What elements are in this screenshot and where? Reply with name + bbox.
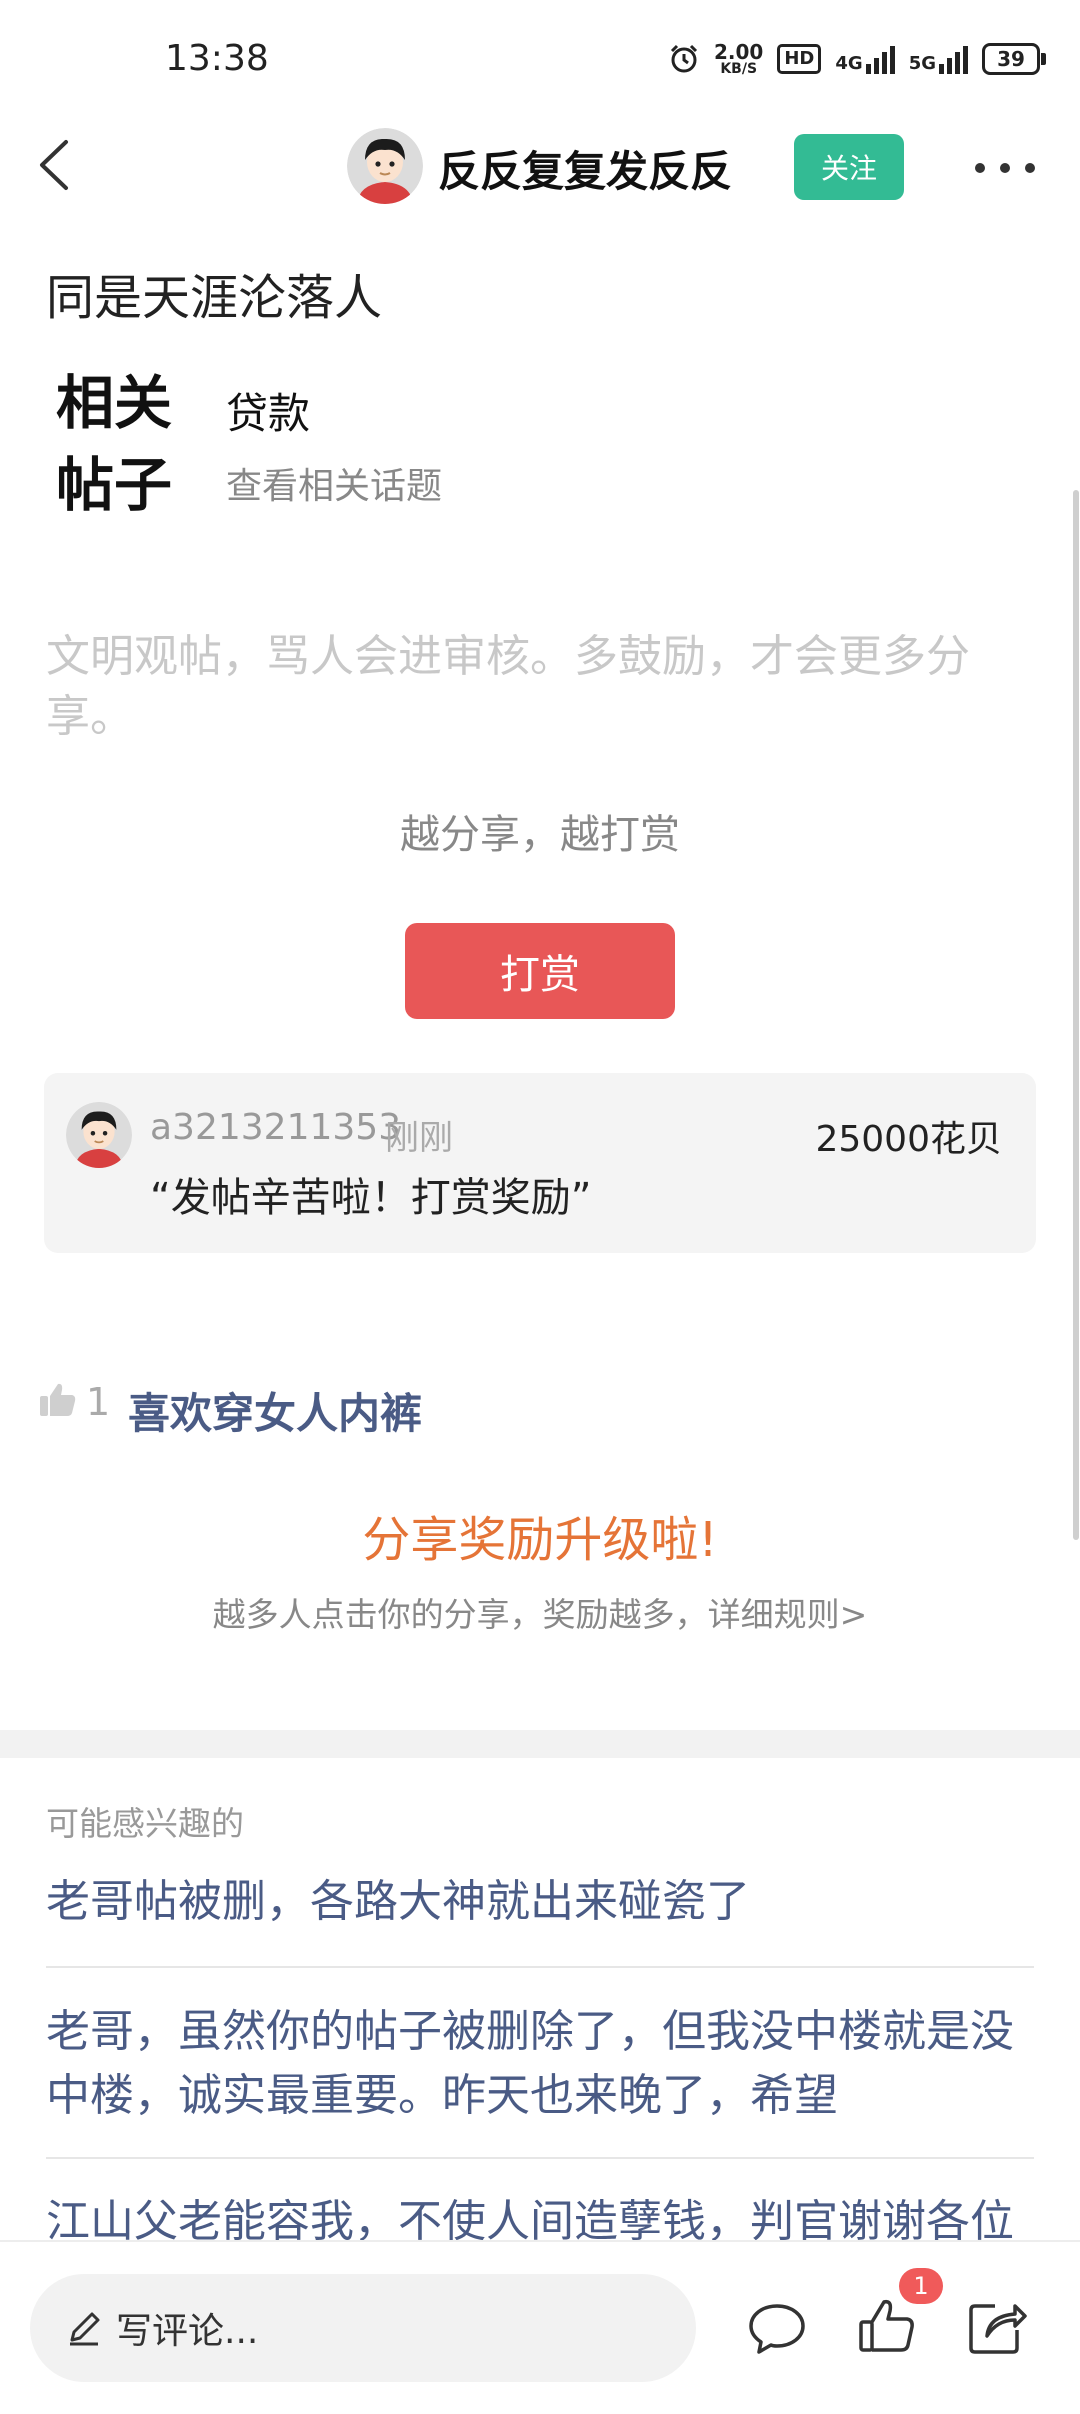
share-icon[interactable]: [965, 2294, 1029, 2358]
network-4g-label: 4G: [835, 53, 863, 74]
like-badge: 1: [899, 2268, 943, 2304]
liker-username[interactable]: 喜欢穿女人内裤: [128, 1380, 422, 1441]
post-title: 同是天涯沦落人: [46, 270, 383, 326]
status-icons: 2.00 KB/S HD 4G 5G 39: [668, 36, 1046, 82]
community-notice: 文明观帖，骂人会进审核。多鼓励，才会更多分享。: [46, 631, 970, 742]
recommended-post[interactable]: 老哥帖被删，各路大神就出来碰瓷了: [46, 1870, 1034, 1934]
divider: [46, 1966, 1034, 1968]
related-topic-link[interactable]: 查看相关话题: [226, 457, 442, 509]
related-posts-label: 相关帖子: [56, 369, 173, 519]
divider: [46, 2157, 1034, 2159]
share-rules-link[interactable]: 越多人点击你的分享，奖励越多，详细规则>: [0, 1588, 1080, 1636]
network-speed-value: 2.00: [714, 40, 764, 64]
author-name[interactable]: 反反复复发反反: [438, 138, 732, 199]
avatar-icon: [66, 1102, 132, 1168]
comment-placeholder: 写评论...: [116, 2311, 259, 2352]
reward-card: [44, 1073, 1036, 1253]
comment-icon[interactable]: [745, 2296, 809, 2360]
network-speed-unit: KB/S: [720, 61, 758, 77]
status-time: 13:38: [165, 38, 269, 79]
reward-message: “发帖辛苦啦！打赏奖励”: [150, 1175, 592, 1221]
signal-icon: [939, 44, 968, 74]
back-icon: [40, 140, 68, 190]
related-topic[interactable]: 贷款: [226, 380, 310, 441]
author-avatar[interactable]: [347, 128, 423, 204]
like-count: 1: [86, 1380, 111, 1424]
section-divider: [0, 1730, 1080, 1758]
network-5g: 5G: [909, 44, 968, 74]
reward-button[interactable]: 打赏: [405, 923, 675, 1019]
network-4g: 4G: [835, 44, 895, 74]
more-icon[interactable]: [975, 150, 1035, 186]
scrollbar[interactable]: [1073, 490, 1079, 1540]
network-speed: 2.00 KB/S: [714, 42, 763, 76]
hd-badge: HD: [777, 44, 822, 74]
recommended-post[interactable]: 老哥，虽然你的帖子被删除了，但我没中楼就是没中楼，诚实最重要。昨天也来晚了，希望: [46, 2000, 1034, 2128]
back-button[interactable]: [24, 130, 94, 200]
reward-amount: 25000花贝: [815, 1119, 1002, 1160]
reward-slogan: 越分享，越打赏: [400, 812, 680, 858]
reward-time: 刚刚: [385, 1118, 453, 1158]
battery-level: 39: [997, 47, 1025, 71]
pencil-icon: [70, 2312, 100, 2346]
battery-icon: 39: [982, 43, 1046, 75]
avatar-icon: [347, 128, 423, 204]
comment-input[interactable]: 写评论...: [30, 2274, 696, 2382]
follow-button[interactable]: 关注: [794, 134, 904, 200]
share-promo-title: 分享奖励升级啦!: [362, 1512, 718, 1568]
thumb-up-icon[interactable]: [855, 2294, 919, 2358]
recommendations-label: 可能感兴趣的: [46, 1804, 244, 1843]
signal-icon: [865, 44, 895, 74]
reward-username[interactable]: a3213211353: [150, 1107, 401, 1148]
alarm-icon: [670, 44, 698, 73]
reward-user-avatar[interactable]: [66, 1102, 132, 1168]
network-5g-label: 5G: [908, 53, 936, 74]
thumb-up-icon: [38, 1380, 78, 1420]
